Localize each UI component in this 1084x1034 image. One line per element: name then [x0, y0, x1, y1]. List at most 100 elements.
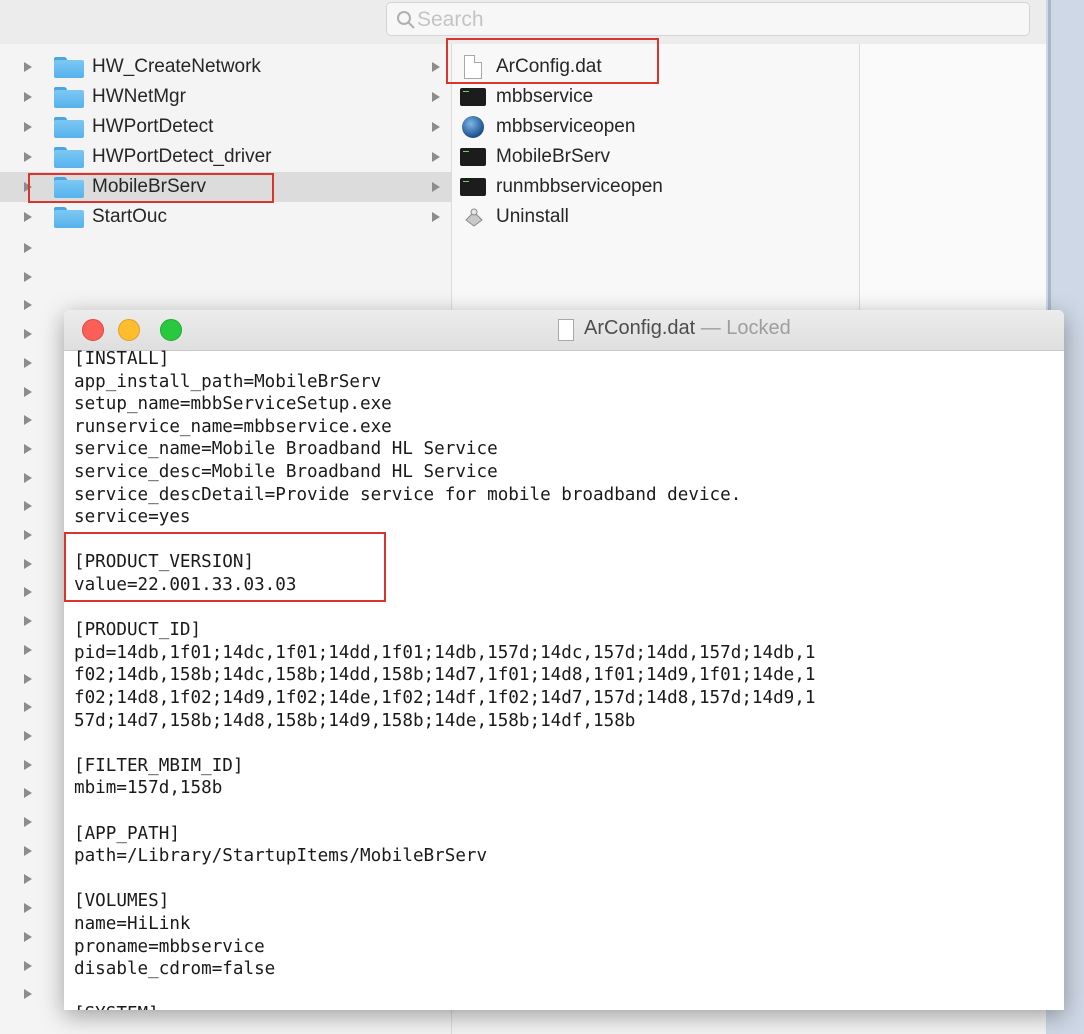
search-placeholder: Search — [417, 8, 484, 31]
folder-name: StartOuc — [92, 206, 167, 227]
file-row[interactable]: mbbserviceopen — [432, 112, 860, 142]
file-row[interactable]: MobileBrServ — [432, 142, 860, 172]
config-line: service_desc=Mobile Broadband HL Service — [74, 462, 498, 482]
folder-row[interactable]: HWPortDetect — [0, 112, 452, 142]
disclosure-triangle-icon — [24, 415, 32, 426]
search-field[interactable]: Search — [386, 2, 1030, 36]
uninstall-app-icon — [465, 208, 483, 227]
config-line: f02;14db,158b;14dc,158b;14dd,158b;14d7,1… — [74, 665, 816, 686]
disclosure-triangle-icon[interactable] — [24, 212, 32, 222]
disclosure-triangle-icon — [432, 212, 440, 222]
document-icon — [558, 319, 574, 341]
folder-icon — [54, 206, 84, 228]
disclosure-triangle-icon[interactable] — [24, 62, 32, 72]
folder-name: HWPortDetect — [92, 116, 214, 137]
config-section-header: [FILTER_MBIM_ID] — [74, 755, 244, 776]
disclosure-triangle-icon — [24, 271, 32, 282]
disclosure-triangle-icon — [24, 788, 32, 799]
disclosure-triangle-icon — [24, 759, 32, 770]
folder-icon — [54, 86, 84, 108]
config-line: f02;14d8,1f02;14d9,1f02;14de,1f02;14df,1… — [74, 688, 816, 708]
folder-icon — [54, 56, 84, 78]
disclosure-triangle-icon — [432, 62, 440, 72]
config-section-header: [INSTALL] — [74, 349, 170, 369]
disclosure-triangle-icon — [24, 931, 32, 942]
finder-column-preview — [860, 44, 1046, 314]
file-name: mbbserviceopen — [496, 116, 636, 137]
close-button[interactable] — [82, 319, 104, 341]
file-row[interactable]: mbbservice — [432, 82, 860, 112]
disclosure-triangle-icon — [24, 386, 32, 397]
disclosure-triangle-icon — [24, 702, 32, 713]
highlight-box-product-version — [64, 532, 386, 602]
disclosure-triangle-icon — [24, 817, 32, 827]
disclosure-triangle-icon — [24, 616, 32, 627]
config-line: service_name=Mobile Broadband HL Service — [74, 439, 498, 460]
folder-row[interactable]: HWNetMgr — [0, 82, 452, 112]
config-line: mbim=157d,158b — [74, 778, 223, 799]
config-section-header: [SYSTEM] — [74, 1003, 159, 1010]
terminal-exec-icon — [460, 178, 486, 196]
folder-row[interactable]: StartOuc — [0, 202, 452, 232]
config-line: path=/Library/StartupItems/MobileBrServ — [74, 846, 488, 867]
window-title: ArConfig.dat — Locked — [584, 317, 791, 340]
disclosure-triangle-icon — [432, 122, 440, 132]
zoom-button[interactable] — [160, 319, 182, 341]
file-name: Uninstall — [496, 206, 569, 227]
disclosure-triangle-icon — [24, 558, 32, 569]
editor-text-area[interactable]: [INSTALL] app_install_path=MobileBrServ se… — [74, 348, 1054, 1010]
file-row[interactable]: runmbbserviceopen — [432, 172, 860, 202]
disclosure-triangle-icon — [24, 960, 32, 971]
disclosure-triangle-icon — [24, 472, 32, 483]
config-line: name=HiLink — [74, 914, 191, 934]
disclosure-triangle-icon — [24, 501, 32, 512]
disclosure-triangle-icon — [24, 329, 32, 340]
disclosure-triangle-icon — [24, 443, 32, 454]
config-line: pid=14db,1f01;14dc,1f01;14dd,1f01;14db,1… — [74, 642, 816, 663]
disclosure-triangle-icon — [24, 673, 32, 684]
file-name: mbbservice — [496, 86, 594, 107]
config-section-header: [APP_PATH] — [74, 823, 180, 844]
disclosure-triangle-icon — [24, 300, 32, 311]
config-line: proname=mbbservice — [74, 936, 265, 957]
config-line: disable_cdrom=false — [74, 959, 276, 980]
disclosure-triangle-icon — [432, 152, 440, 162]
disclosure-triangle-icon — [24, 644, 32, 655]
minimize-button[interactable] — [118, 319, 140, 341]
disclosure-triangle-icon — [24, 243, 32, 253]
disclosure-triangle-icon — [432, 182, 440, 192]
disclosure-triangle-icon — [24, 530, 32, 540]
disclosure-triangle-icon[interactable] — [24, 152, 32, 162]
disclosure-triangle-icon — [24, 845, 32, 856]
folder-row[interactable]: HWPortDetect_driver — [0, 142, 452, 172]
title-bar[interactable]: ArConfig.dat — Locked — [64, 310, 1064, 351]
disclosure-triangle-icon — [24, 587, 32, 598]
config-line: service=yes — [74, 507, 191, 528]
disclosure-triangle-icon — [24, 730, 32, 741]
disclosure-triangle-icon — [432, 92, 440, 102]
highlight-box-mobilebrserv — [28, 173, 274, 203]
window-title-status: — Locked — [700, 317, 791, 339]
folder-name: HW_CreateNetwork — [92, 56, 261, 77]
file-row[interactable]: Uninstall — [432, 202, 860, 232]
disclosure-triangle-icon — [24, 903, 32, 914]
disclosure-triangle-icon — [24, 989, 32, 1000]
text-editor-window: ArConfig.dat — Locked [INSTALL] app_insta… — [64, 310, 1064, 1010]
disclosure-triangle-icon[interactable] — [24, 92, 32, 102]
search-icon — [397, 11, 415, 29]
file-name: runmbbserviceopen — [496, 176, 663, 197]
config-line: service_descDetail=Provide service for m… — [74, 484, 742, 505]
config-line: runservice_name=mbbservice.exe — [74, 416, 392, 437]
terminal-exec-icon — [460, 148, 486, 166]
folder-name: HWPortDetect_driver — [92, 146, 272, 167]
config-line: app_install_path=MobileBrServ — [74, 371, 382, 392]
config-line: setup_name=mbbServiceSetup.exe — [74, 394, 392, 415]
highlight-box-arconfig — [446, 38, 659, 84]
terminal-exec-icon — [460, 88, 486, 106]
config-section-header: [PRODUCT_ID] — [74, 620, 202, 641]
folder-row[interactable]: HW_CreateNetwork — [0, 52, 452, 82]
disclosure-triangle-icon[interactable] — [24, 122, 32, 132]
disclosure-triangle-icon — [24, 357, 32, 368]
finder-scrollbar[interactable] — [1048, 0, 1051, 310]
config-section-header: [VOLUMES] — [74, 891, 170, 912]
